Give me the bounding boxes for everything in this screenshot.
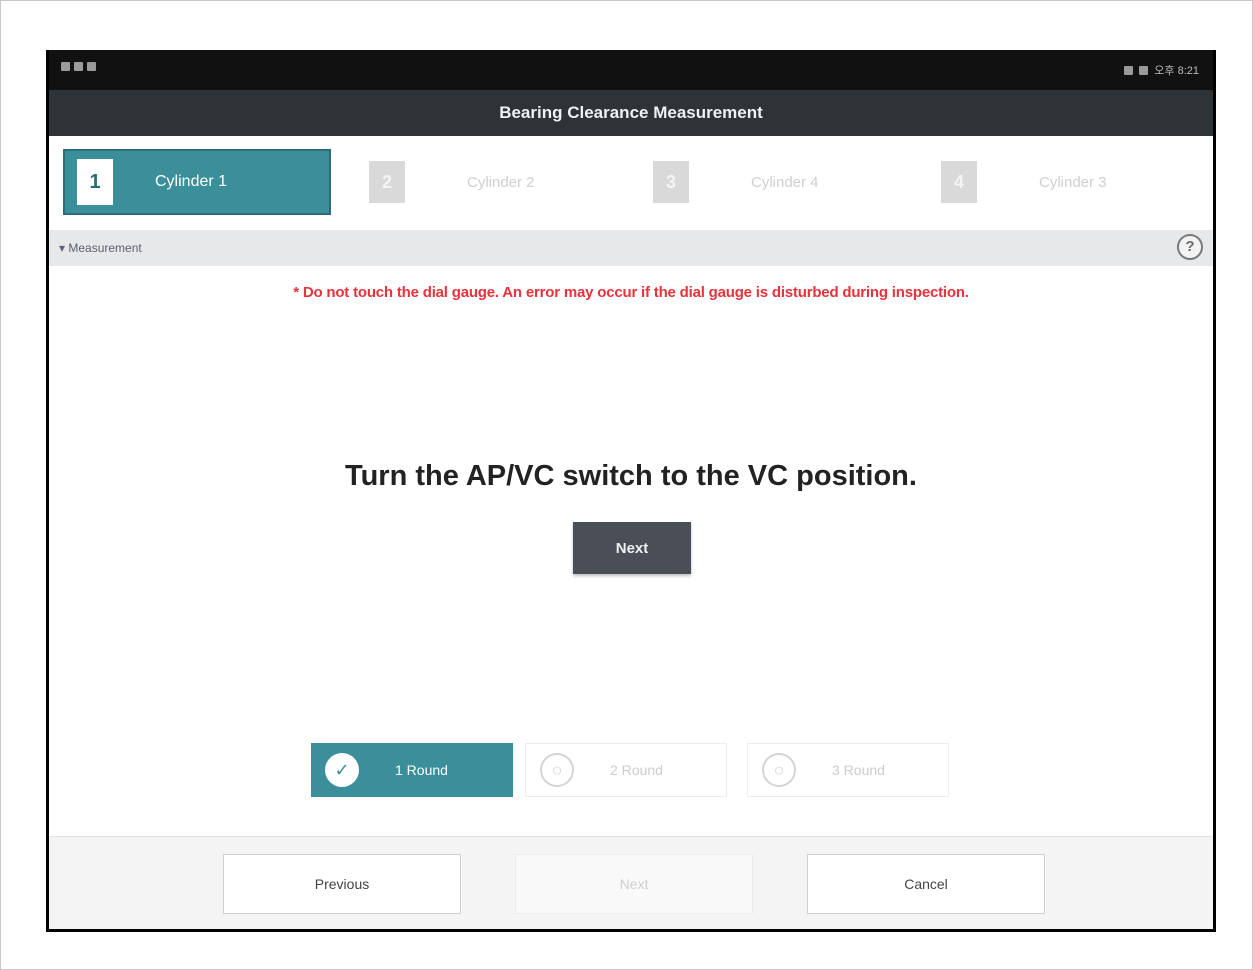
step-label: Cylinder 4: [751, 173, 819, 191]
next-button[interactable]: Next: [515, 854, 753, 914]
round-label: 3 Round: [832, 762, 885, 778]
section-title: ▾ Measurement: [59, 241, 142, 255]
footer-bar: Previous Next Cancel: [49, 836, 1213, 929]
system-icons: 오후 8:21: [1124, 62, 1199, 78]
step-progress: 1 Cylinder 1 2 Cylinder 2 3 Cylinder 4 4…: [49, 136, 1213, 230]
previous-button[interactable]: Previous: [223, 854, 461, 914]
round-label: 2 Round: [610, 762, 663, 778]
measurement-section-header: ▾ Measurement ?: [49, 230, 1213, 266]
circle-icon: ○: [540, 753, 574, 787]
step-number: 1: [77, 159, 113, 205]
step-label: Cylinder 1: [155, 173, 228, 190]
bluetooth-icon: [1124, 65, 1134, 75]
wifi-icon: [1139, 65, 1149, 75]
app-icon: [87, 62, 96, 71]
round-1[interactable]: ✓ 1 Round: [311, 743, 513, 797]
help-icon[interactable]: ?: [1177, 234, 1203, 260]
step-cylinder-2[interactable]: 2 Cylinder 2: [369, 149, 535, 215]
notification-icons: [61, 62, 96, 71]
warning-message: * Do not touch the dial gauge. An error …: [293, 284, 969, 301]
clock: 오후 8:21: [1154, 65, 1199, 77]
app-title: Bearing Clearance Measurement: [49, 90, 1213, 136]
step-cylinder-4[interactable]: 3 Cylinder 4: [653, 149, 819, 215]
cancel-button[interactable]: Cancel: [807, 854, 1045, 914]
notification-icon: [61, 62, 70, 71]
gallery-icon: [74, 62, 83, 71]
instruction-text: Turn the AP/VC switch to the VC position…: [345, 460, 917, 492]
step-number: 4: [941, 161, 977, 203]
step-label: Cylinder 3: [1039, 173, 1107, 191]
check-icon: ✓: [325, 753, 359, 787]
step-label: Cylinder 2: [467, 173, 535, 191]
tablet-screen: 오후 8:21 Bearing Clearance Measurement 1 …: [46, 50, 1216, 932]
round-3[interactable]: ○ 3 Round: [747, 743, 949, 797]
status-bar: 오후 8:21: [49, 50, 1213, 90]
step-number: 3: [653, 161, 689, 203]
step-number: 2: [369, 161, 405, 203]
step-cylinder-3[interactable]: 4 Cylinder 3: [941, 149, 1107, 215]
round-2[interactable]: ○ 2 Round: [525, 743, 727, 797]
round-label: 1 Round: [395, 762, 448, 778]
instruction-next-button[interactable]: Next: [573, 522, 691, 574]
step-cylinder-1[interactable]: 1 Cylinder 1: [63, 149, 331, 215]
circle-icon: ○: [762, 753, 796, 787]
